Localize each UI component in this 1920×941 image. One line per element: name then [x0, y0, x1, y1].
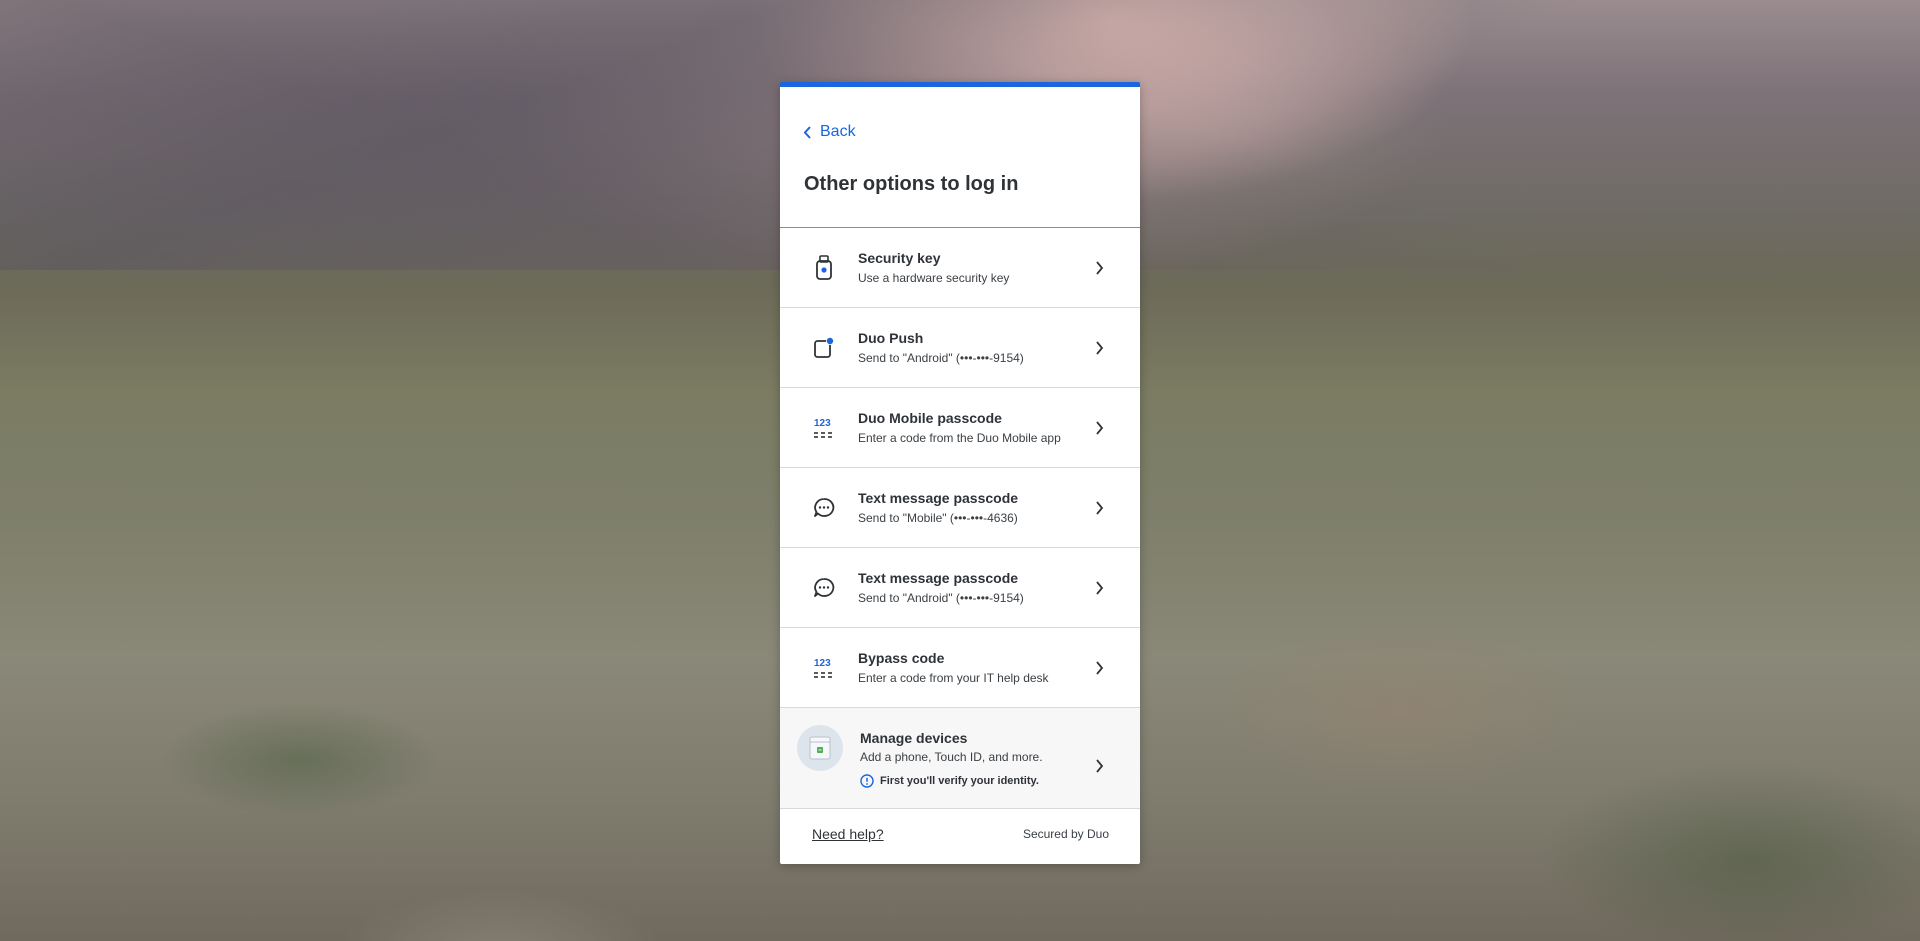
- option-subtitle: Send to "Android" (•••-•••-9154): [858, 351, 1024, 365]
- option-title: Duo Push: [858, 330, 924, 346]
- passcode-icon: 123: [802, 646, 846, 690]
- card-footer: Need help? Secured by Duo: [780, 809, 1140, 859]
- duo-push-icon: [802, 326, 846, 370]
- svg-text:123: 123: [814, 658, 831, 669]
- svg-text:123: 123: [814, 418, 831, 429]
- text-message-icon: [802, 486, 846, 530]
- chevron-left-icon: [803, 125, 811, 139]
- option-text-message-android[interactable]: Text message passcode Send to "Android" …: [780, 548, 1140, 628]
- option-security-key[interactable]: Security key Use a hardware security key: [780, 228, 1140, 308]
- option-title: Manage devices: [860, 730, 968, 746]
- option-manage-devices[interactable]: Manage devices Add a phone, Touch ID, an…: [780, 708, 1140, 809]
- chevron-right-icon: [1096, 420, 1104, 435]
- passcode-icon: 123: [802, 406, 846, 450]
- card-header: Back Other options to log in: [780, 87, 1140, 228]
- chevron-right-icon: [1096, 500, 1104, 515]
- back-button[interactable]: Back: [803, 123, 856, 141]
- option-subtitle: Enter a code from the Duo Mobile app: [858, 431, 1061, 445]
- text-message-icon: [802, 566, 846, 610]
- option-title: Security key: [858, 250, 941, 266]
- login-options-card: Back Other options to log in Security ke…: [780, 82, 1140, 864]
- option-text-message-mobile[interactable]: Text message passcode Send to "Mobile" (…: [780, 468, 1140, 548]
- option-bypass-code[interactable]: 123 Bypass code Enter a code from your I…: [780, 628, 1140, 708]
- option-subtitle: Use a hardware security key: [858, 271, 1010, 285]
- need-help-link[interactable]: Need help?: [812, 826, 884, 842]
- option-duo-mobile-passcode[interactable]: 123 Duo Mobile passcode Enter a code fro…: [780, 388, 1140, 468]
- option-subtitle: Send to "Android" (•••-•••-9154): [858, 591, 1024, 605]
- info-icon: [860, 774, 874, 788]
- note-text: First you'll verify your identity.: [880, 775, 1039, 787]
- chevron-right-icon: [1096, 580, 1104, 595]
- chevron-right-icon: [1096, 759, 1104, 773]
- option-subtitle: Send to "Mobile" (•••-•••-4636): [858, 511, 1018, 525]
- verify-identity-note: First you'll verify your identity.: [860, 774, 1039, 788]
- page-title: Other options to log in: [804, 173, 1019, 195]
- manage-devices-icon: [797, 725, 843, 771]
- option-title: Text message passcode: [858, 570, 1019, 586]
- secured-by-label: Secured by Duo: [1022, 827, 1109, 841]
- chevron-right-icon: [1096, 260, 1104, 275]
- option-title: Bypass code: [858, 650, 945, 666]
- option-title: Text message passcode: [858, 490, 1019, 506]
- security-key-icon: [802, 246, 846, 290]
- chevron-right-icon: [1096, 660, 1104, 675]
- option-subtitle: Add a phone, Touch ID, and more.: [860, 750, 1043, 764]
- option-title: Duo Mobile passcode: [858, 410, 1002, 426]
- option-duo-push[interactable]: Duo Push Send to "Android" (•••-•••-9154…: [780, 308, 1140, 388]
- chevron-right-icon: [1096, 340, 1104, 355]
- back-label: Back: [820, 123, 856, 140]
- option-subtitle: Enter a code from your IT help desk: [858, 671, 1049, 685]
